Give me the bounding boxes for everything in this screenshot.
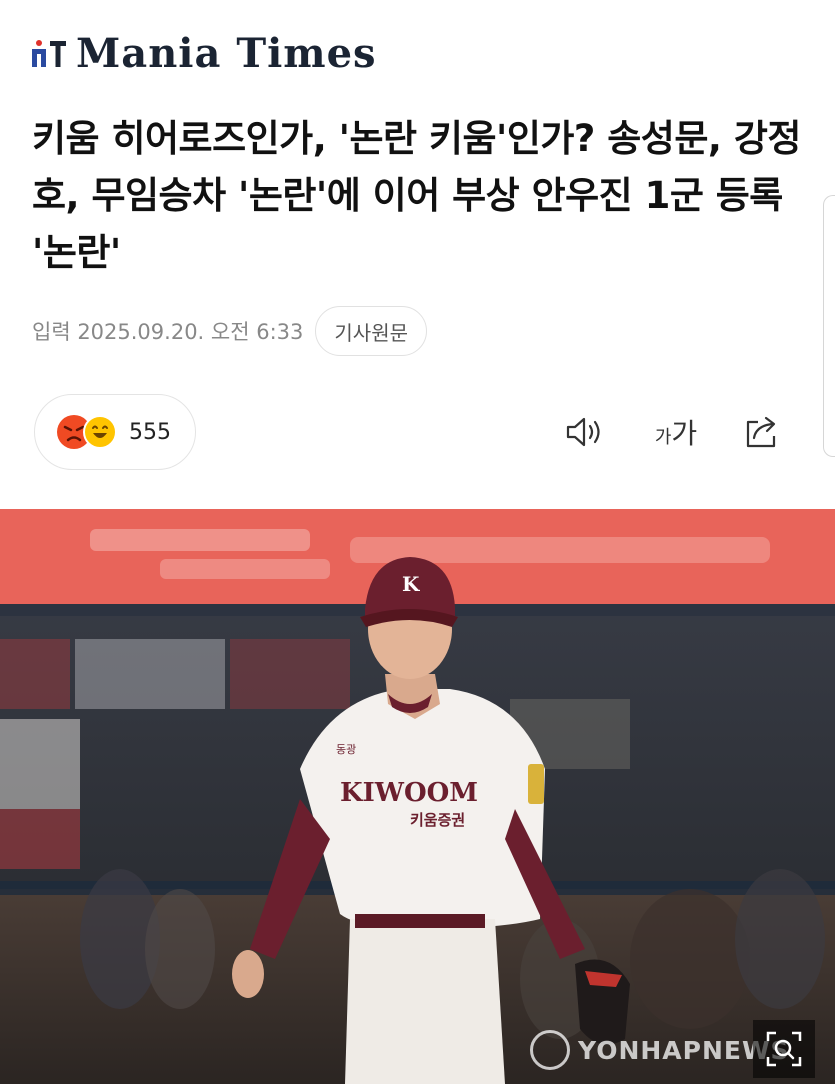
- yonhap-logo-icon: [530, 1030, 570, 1070]
- reaction-button[interactable]: 555: [34, 394, 196, 470]
- svg-text:동광: 동광: [336, 743, 356, 756]
- font-size-button[interactable]: 가가: [648, 408, 704, 456]
- article-photo[interactable]: K KIWOOM 키움증권 동광: [0, 509, 835, 1084]
- article-headline: 키움 히어로즈인가, '논란 키움'인가? 송성문, 강정호, 무임승차 '논란…: [32, 117, 801, 274]
- pitcher-photo: K KIWOOM 키움증권 동광: [0, 509, 835, 1084]
- speaker-button[interactable]: [560, 408, 608, 456]
- reaction-count: 555: [129, 419, 171, 445]
- font-size-large-label: 가: [671, 417, 698, 450]
- mania-times-logo-mark: [32, 40, 66, 67]
- original-article-button[interactable]: 기사원문: [315, 306, 427, 356]
- laughing-face-emoji: [83, 415, 117, 449]
- sponsor-text: 키움증권: [410, 811, 465, 829]
- svg-text:K: K: [402, 572, 420, 596]
- share-button[interactable]: [738, 408, 786, 456]
- side-panel-handle[interactable]: [823, 195, 835, 457]
- mania-times-logo: Mania Times: [76, 30, 377, 77]
- speaker-icon: [566, 417, 600, 447]
- share-icon: [746, 416, 776, 448]
- font-size-small-label: 가: [654, 427, 672, 448]
- expand-photo-button[interactable]: [753, 1020, 815, 1078]
- zoom-icon: [766, 1031, 802, 1067]
- font-size-icon: 가가: [648, 408, 704, 456]
- masthead[interactable]: Mania Times: [30, 32, 377, 76]
- article-date: 입력 2025.09.20. 오전 6:33: [32, 320, 304, 344]
- laughing-face-icon: [92, 425, 108, 438]
- article-meta: 입력 2025.09.20. 오전 6:33 기사원문: [32, 306, 427, 356]
- photo-watermark: YONHAPNEWS: [530, 1030, 790, 1070]
- jersey-text: KIWOOM: [340, 778, 478, 808]
